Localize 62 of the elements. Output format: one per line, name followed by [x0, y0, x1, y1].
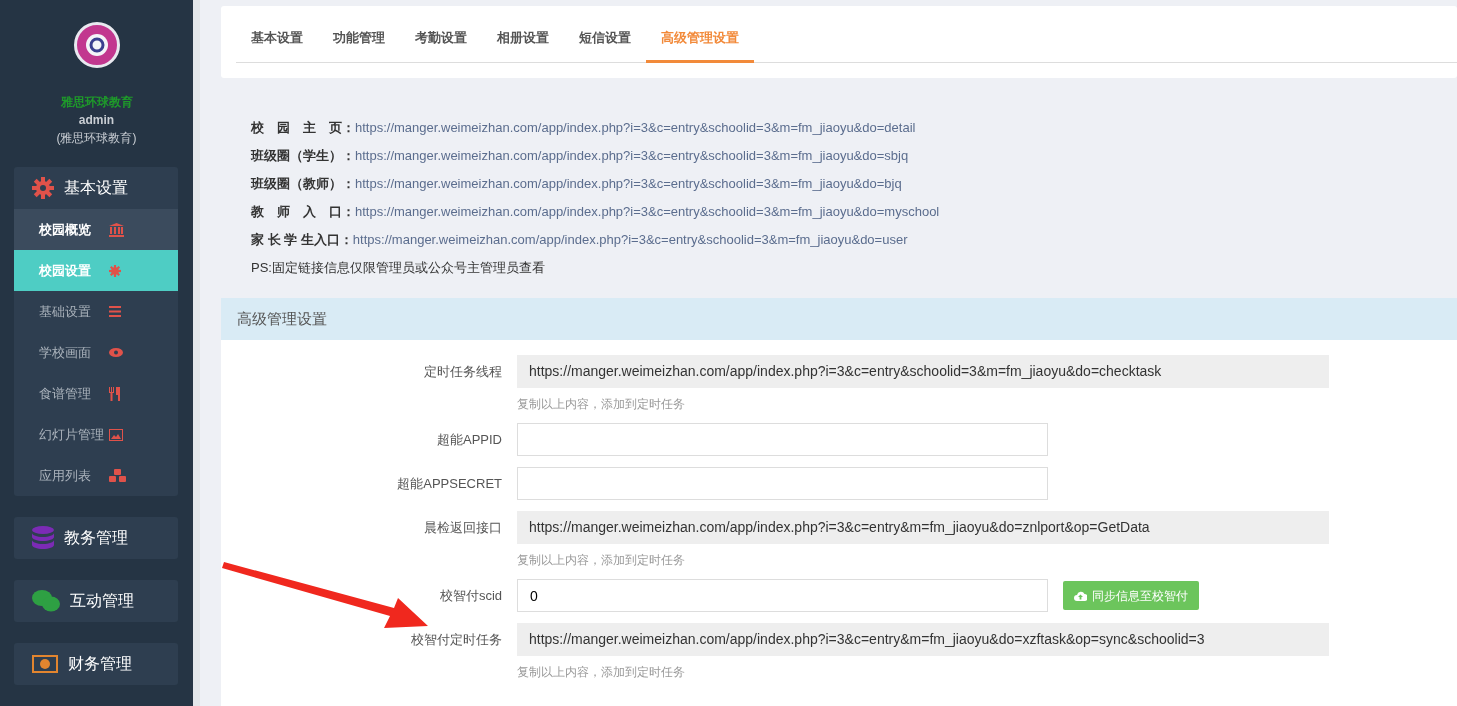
field-label: 校智付定时任务 — [410, 630, 502, 649]
input-field[interactable]: 0 — [517, 579, 1048, 612]
readonly-field: https://manger.weimeizhan.com/app/index.php?i=3&c=entry&m=fm_jiaoyu&do=znlport&op=GetData — [517, 511, 1329, 544]
tab[interactable]: 考勤设置 — [400, 27, 482, 63]
cubes-icon — [109, 468, 126, 483]
menu-group-header[interactable]: 互动管理 — [14, 580, 178, 622]
bank-icon — [109, 222, 124, 237]
tab[interactable]: 功能管理 — [318, 27, 400, 63]
menu-group-header[interactable]: 基本设置 — [14, 167, 178, 209]
menu-group-label: 财务管理 — [68, 654, 132, 674]
sidebar-item[interactable]: 学校画面 — [14, 332, 178, 373]
tab[interactable]: 基本设置 — [236, 27, 318, 63]
sidebar-item[interactable]: 校园概览 — [14, 209, 178, 250]
chat-bubbles-icon — [32, 590, 60, 612]
input-field[interactable] — [517, 467, 1048, 500]
sidebar-item[interactable]: 应用列表 — [14, 455, 178, 496]
sidebar-item[interactable]: 食谱管理 — [14, 373, 178, 414]
link-label: 教 师 入 口： — [251, 203, 355, 222]
readonly-field: https://manger.weimeizhan.com/app/index.php?i=3&c=entry&m=fm_jiaoyu&do=xzftask&op=sync&schoolid=3 — [517, 623, 1329, 656]
school-name: 雅思环球教育 — [59, 94, 134, 111]
help-text: 复制以上内容，添加到定时任务 — [517, 397, 686, 411]
help-text: 复制以上内容，添加到定时任务 — [517, 665, 686, 679]
input-field[interactable] — [517, 423, 1048, 456]
field-label: 超能APPSECRET — [396, 474, 502, 493]
gear-icon — [109, 264, 121, 277]
cutlery-icon — [109, 386, 120, 401]
field-label: 晨检返回接口 — [423, 518, 502, 537]
cloud-upload-icon — [1074, 590, 1087, 601]
panel-heading: 高级管理设置 — [221, 298, 1457, 340]
link-label: 校 园 主 页： — [251, 119, 355, 138]
url-link[interactable]: https://manger.weimeizhan.com/app/index.php?i=3&c=entry&schoolid=3&m=fm_jiaoyu&do=myschool — [355, 202, 940, 222]
tab[interactable]: 相册设置 — [482, 27, 564, 63]
menu-group-label: 互动管理 — [70, 591, 134, 611]
link-label: 班级圈（学生）： — [251, 147, 355, 166]
field-label: 定时任务线程 — [423, 362, 502, 381]
link-label: 班级圈（教师）： — [251, 175, 355, 194]
banknote-icon — [32, 655, 58, 673]
field-label: 超能APPID — [436, 430, 502, 449]
url-link[interactable]: https://manger.weimeizhan.com/app/index.php?i=3&c=entry&schoolid=3&m=fm_jiaoyu&do=detail — [355, 118, 916, 138]
sidebar-item[interactable]: 幻灯片管理 — [14, 414, 178, 455]
link-label: 家 长 学 生入口： — [251, 231, 353, 250]
menu-group-label: 教务管理 — [64, 528, 128, 548]
url-link[interactable]: https://manger.weimeizhan.com/app/index.php?i=3&c=entry&schoolid=3&m=fm_jiaoyu&do=bjq — [355, 174, 902, 194]
menu-group-header[interactable]: 教务管理 — [14, 517, 178, 559]
field-label: 校智付scid — [438, 586, 502, 605]
database-icon — [32, 526, 54, 550]
note-text: PS:固定链接信息仅限管理员或公众号主管理员查看 — [251, 259, 545, 278]
menu-group-header[interactable]: 财务管理 — [14, 643, 178, 685]
image-icon — [109, 428, 123, 441]
gear-icon — [32, 177, 54, 199]
eye-icon — [109, 348, 123, 357]
menu-icon — [109, 306, 121, 317]
url-link[interactable]: https://manger.weimeizhan.com/app/index.php?i=3&c=entry&schoolid=3&m=fm_jiaoyu&do=sbjq — [355, 146, 909, 166]
school-logo — [73, 22, 120, 68]
readonly-field: https://manger.weimeizhan.com/app/index.php?i=3&c=entry&schoolid=3&m=fm_jiaoyu&do=checktask — [517, 355, 1329, 388]
menu-group-label: 基本设置 — [64, 178, 128, 198]
user-name: admin — [77, 112, 116, 129]
organization-name: (雅思环球教育) — [55, 130, 138, 147]
url-link[interactable]: https://manger.weimeizhan.com/app/index.php?i=3&c=entry&schoolid=3&m=fm_jiaoyu&do=user — [352, 230, 908, 250]
sidebar-item[interactable]: 基础设置 — [14, 291, 178, 332]
help-text: 复制以上内容，添加到定时任务 — [517, 553, 686, 567]
tab[interactable]: 短信设置 — [564, 27, 646, 63]
